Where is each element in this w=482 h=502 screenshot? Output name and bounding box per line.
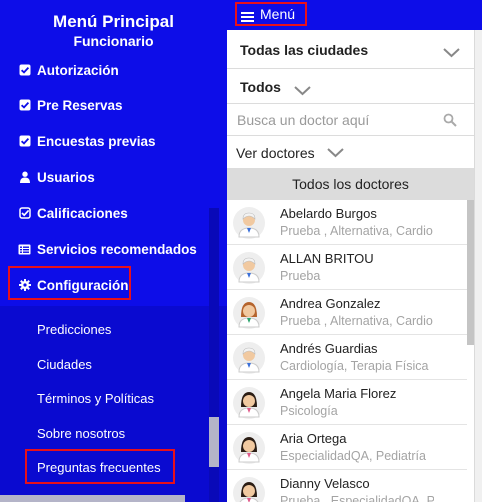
check-square-outline-icon [18, 207, 31, 220]
doctor-name: Dianny Velasco [280, 476, 370, 491]
female-doctor-icon [233, 297, 265, 329]
search-icon[interactable] [443, 113, 457, 132]
sidebar-horizontal-scrollbar[interactable] [0, 495, 185, 502]
check-square-icon [18, 135, 31, 148]
highlight-preguntas-frecuentes [25, 449, 175, 484]
city-filter-label: Todas las ciudades [240, 41, 369, 58]
submenu-item-terminos[interactable]: Términos y Políticas [37, 391, 154, 406]
sidebar-item-usuarios[interactable]: Usuarios [18, 166, 95, 188]
list-header: Todos los doctores [227, 168, 474, 200]
all-filter[interactable]: Todos [227, 70, 474, 104]
menu-button-label: Menú [260, 6, 296, 22]
user-icon [18, 171, 31, 184]
top-bar: Menú [227, 0, 482, 30]
chevron-down-icon [326, 145, 344, 161]
sidebar-item-label: Usuarios [37, 169, 95, 185]
sidebar-item-label: Autorización [37, 62, 119, 78]
list-scroll-thumb[interactable] [467, 200, 474, 345]
doctor-name: Andrea Gonzalez [280, 296, 381, 311]
doctor-list: Abelardo Burgos Prueba , Alternativa, Ca… [227, 200, 474, 502]
list-item[interactable]: ALLAN BRITOU Prueba [227, 245, 467, 290]
list-item[interactable]: Andrés Guardias Cardiología, Terapia Fís… [227, 335, 467, 380]
chevron-down-icon [294, 83, 311, 101]
sidebar-subtitle: Funcionario [73, 33, 154, 49]
sidebar-item-calificaciones[interactable]: Calificaciones [18, 202, 128, 224]
check-square-icon [18, 99, 31, 112]
view-doctors-label: Ver doctores [236, 144, 315, 161]
sidebar-scroll-thumb[interactable] [209, 417, 219, 467]
sidebar-item-pre-reservas[interactable]: Pre Reservas [18, 94, 123, 116]
highlight-configuracion [8, 266, 131, 300]
doctor-name: Andrés Guardias [280, 341, 378, 356]
female-doctor-dark-icon [233, 387, 265, 419]
list-item[interactable]: Angela Maria Florez Psicología [227, 380, 467, 425]
submenu-item-ciudades[interactable]: Ciudades [37, 357, 92, 372]
female-doctor-dark-icon [233, 477, 265, 502]
sidebar-item-label: Pre Reservas [37, 97, 123, 113]
male-doctor-icon [233, 342, 265, 374]
submenu-item-predicciones[interactable]: Predicciones [37, 322, 111, 337]
sidebar-item-encuestas-previas[interactable]: Encuestas previas [18, 130, 156, 152]
list-card-icon [18, 243, 31, 256]
doctor-specialty: EspecialidadQA, Pediatría [280, 449, 426, 463]
check-square-icon [18, 64, 31, 77]
list-item[interactable]: Andrea Gonzalez Prueba , Alternativa, Ca… [227, 290, 467, 335]
male-doctor-icon [233, 207, 265, 239]
list-item[interactable]: Aria Ortega EspecialidadQA, Pediatría [227, 425, 467, 470]
doctor-name: Angela Maria Florez [280, 386, 397, 401]
main-scrollbar[interactable] [474, 30, 482, 502]
all-filter-label: Todos [240, 78, 281, 95]
view-doctors-dropdown[interactable]: Ver doctores [227, 137, 474, 168]
doctor-name: Abelardo Burgos [280, 206, 377, 221]
female-doctor-dark-icon [233, 432, 265, 464]
sidebar-item-servicios-recomendados[interactable]: Servicios recomendados [18, 238, 197, 260]
doctor-specialty: Psicología [280, 404, 338, 418]
list-item[interactable]: Dianny Velasco Prueba , EspecialidadQA, … [227, 470, 467, 502]
doctor-specialty: Prueba [280, 269, 321, 283]
doctor-specialty: Cardiología, Terapia Física [280, 359, 429, 373]
sidebar: Menú Principal Funcionario Autorización … [0, 0, 227, 502]
main-panel: Menú Todas las ciudades Todos Ver doctor… [227, 0, 482, 502]
sidebar-item-autorizacion[interactable]: Autorización [18, 59, 119, 81]
doctor-search [227, 104, 474, 136]
sidebar-title: Menú Principal [53, 12, 174, 31]
hamburger-icon [241, 9, 254, 22]
male-doctor-icon [233, 252, 265, 284]
chevron-down-icon [443, 45, 460, 63]
doctor-specialty: Prueba , EspecialidadQA, Pe [280, 494, 434, 502]
list-item[interactable]: Abelardo Burgos Prueba , Alternativa, Ca… [227, 200, 467, 245]
doctor-specialty: Prueba , Alternativa, Cardio [280, 224, 433, 238]
submenu-item-sobre-nosotros[interactable]: Sobre nosotros [37, 426, 125, 441]
sidebar-item-label: Servicios recomendados [37, 241, 197, 257]
doctor-specialty: Prueba , Alternativa, Cardio [280, 314, 433, 328]
menu-button[interactable]: Menú [235, 2, 307, 26]
doctor-name: ALLAN BRITOU [280, 251, 374, 266]
city-filter[interactable]: Todas las ciudades [227, 31, 474, 69]
search-input[interactable] [237, 109, 437, 131]
doctor-name: Aria Ortega [280, 431, 347, 446]
sidebar-item-label: Encuestas previas [37, 133, 156, 149]
sidebar-item-label: Calificaciones [37, 205, 128, 221]
